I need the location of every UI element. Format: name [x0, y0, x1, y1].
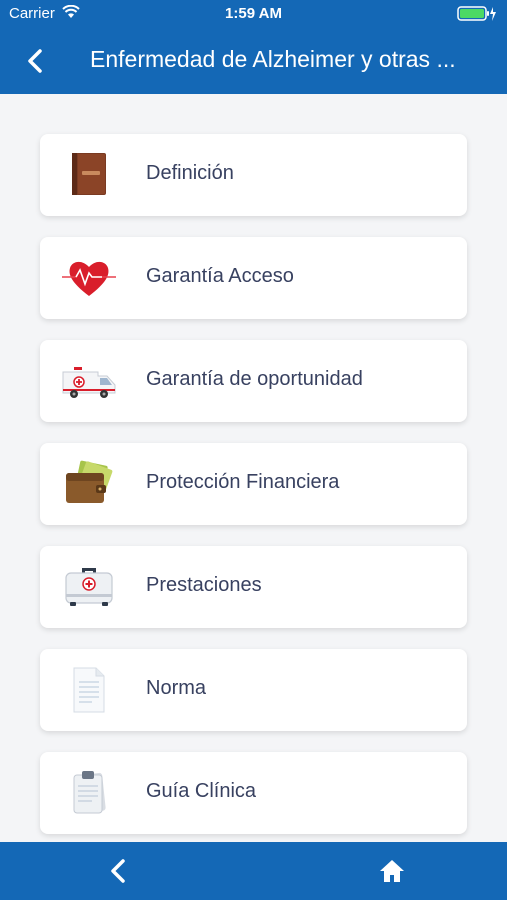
menu-item-norma[interactable]: Norma [40, 649, 467, 731]
page-title: Enfermedad de Alzheimer y otras ... [90, 46, 456, 72]
document-icon [62, 665, 116, 715]
first-aid-kit-icon [62, 562, 116, 612]
home-icon [380, 860, 404, 882]
menu-item-label: Norma [146, 677, 207, 699]
bottom-back-button[interactable] [104, 856, 134, 886]
chevron-left-icon [28, 49, 42, 73]
menu-item-label: Prestaciones [146, 574, 262, 596]
menu-item-label: Garantía de oportunidad [146, 368, 363, 390]
wallet-icon [62, 459, 116, 509]
menu-item-garantia-oportunidad[interactable]: Garantía de oportunidad [40, 340, 467, 422]
menu-item-garantia-acceso[interactable]: Garantía Acceso [40, 237, 467, 319]
back-button[interactable] [22, 46, 50, 76]
menu-item-label: Garantía Acceso [146, 265, 294, 287]
menu-item-guia-clinica[interactable]: Guía Clínica [40, 752, 467, 834]
menu-item-label: Guía Clínica [146, 780, 257, 802]
menu-item-label: Protección Financiera [146, 471, 340, 493]
chevron-left-icon [111, 859, 125, 883]
book-icon [62, 150, 116, 200]
top-bar: Carrier 1:59 AM Enfermedad de Alzheimer … [0, 0, 507, 94]
heart-pulse-icon [62, 253, 116, 303]
battery-icon [457, 6, 497, 26]
bottom-bar [0, 842, 507, 900]
navigation-bar: Enfermedad de Alzheimer y otras ... [0, 28, 507, 94]
ambulance-icon [62, 356, 116, 406]
home-button[interactable] [378, 858, 406, 884]
clipboard-icon [62, 768, 116, 818]
menu-item-prestaciones[interactable]: Prestaciones [40, 546, 467, 628]
status-time: 1:59 AM [225, 5, 282, 22]
menu-item-definicion[interactable]: Definición [40, 134, 467, 216]
status-bar: Carrier 1:59 AM [0, 0, 507, 28]
menu-item-label: Definición [146, 162, 234, 184]
menu-item-proteccion-financiera[interactable]: Protección Financiera [40, 443, 467, 525]
